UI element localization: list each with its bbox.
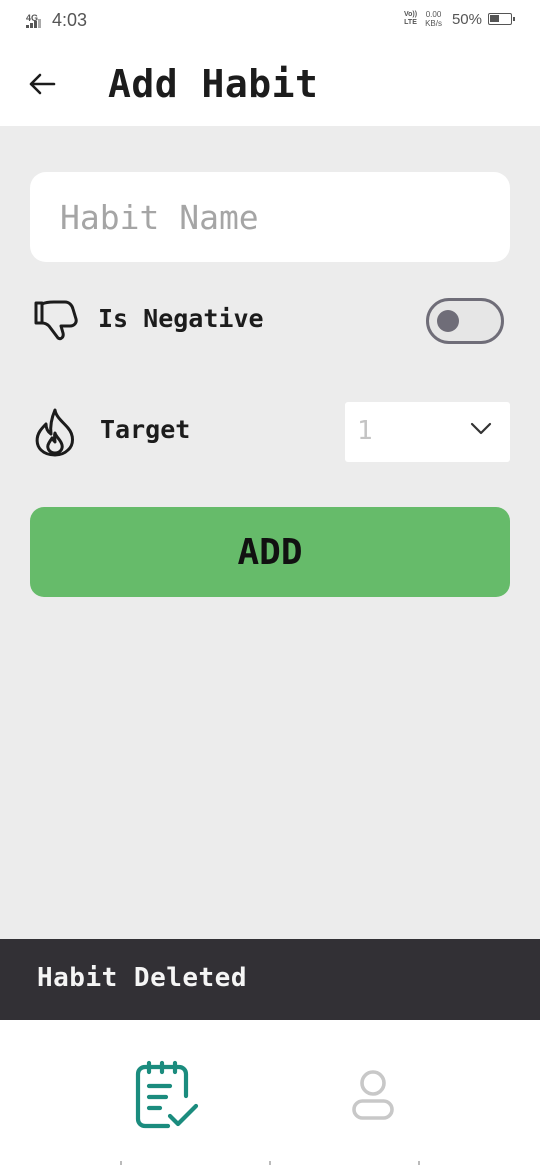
thumbs-down-icon [34, 300, 78, 341]
app-bar: Add Habit [0, 44, 540, 126]
nav-item-profile[interactable] [348, 1068, 398, 1124]
status-bar: 4G 4:03 Vo)) LTE 0.00 KB/s 50% [0, 0, 540, 44]
status-right: Vo)) LTE 0.00 KB/s 50% [403, 10, 515, 28]
battery-percent: 50% [451, 10, 482, 28]
add-button[interactable]: ADD [30, 507, 510, 597]
target-label: Target [100, 415, 191, 444]
notepad-check-icon [135, 1060, 199, 1129]
chevron-down-icon [470, 422, 492, 435]
target-value: 1 [357, 416, 373, 446]
gesture-dot [120, 1161, 122, 1165]
status-time: 4:03 [52, 10, 88, 30]
person-icon [352, 1070, 394, 1120]
is-negative-label: Is Negative [98, 304, 264, 333]
page-title: Add Habit [108, 62, 319, 106]
volte-indicator: Vo)) LTE [403, 11, 418, 26]
toggle-knob [437, 310, 459, 332]
gesture-dot [418, 1161, 420, 1165]
network-speed: 0.00 KB/s [425, 10, 442, 28]
bottom-nav [0, 1020, 540, 1170]
battery-icon [488, 13, 515, 25]
signal-icon: 4G [24, 11, 48, 31]
back-button[interactable] [24, 66, 60, 102]
snackbar: Habit Deleted [0, 939, 540, 1020]
arrow-left-icon [29, 73, 56, 95]
is-negative-toggle[interactable] [426, 298, 504, 344]
flame-icon [35, 408, 74, 457]
target-dropdown[interactable]: 1 [345, 402, 510, 462]
habit-name-input[interactable] [30, 172, 510, 262]
snackbar-message: Habit Deleted [37, 963, 247, 993]
status-left: 4G 4:03 [24, 10, 87, 31]
nav-item-habits[interactable] [132, 1060, 204, 1132]
add-habit-screen: 4G 4:03 Vo)) LTE 0.00 KB/s 50% Add Habit… [0, 0, 540, 1170]
gesture-dot [269, 1161, 271, 1165]
